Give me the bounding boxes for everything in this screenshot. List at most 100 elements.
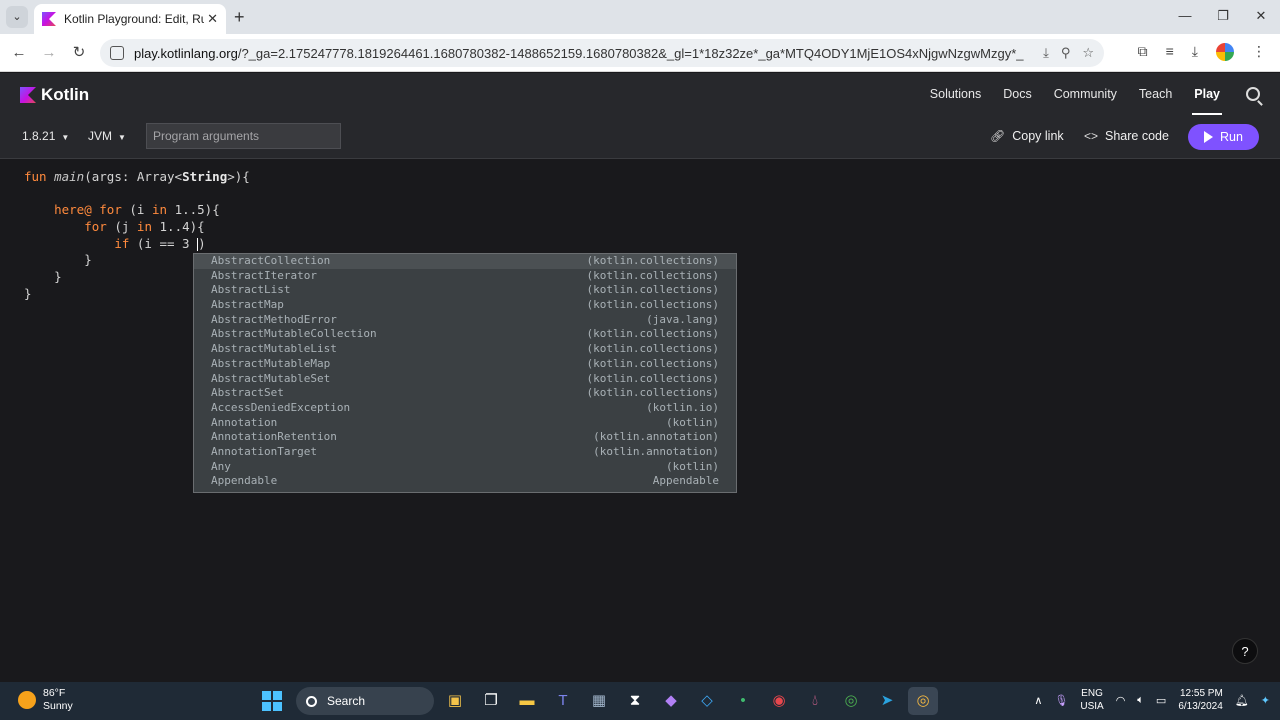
completion-item[interactable]: AccessDeniedException (kotlin.io) <box>194 401 736 416</box>
completion-name: AbstractSet <box>211 386 284 400</box>
hourglass-icon[interactable]: ⧗ <box>620 687 650 715</box>
extensions-icon[interactable]: ⧉ <box>1138 43 1148 61</box>
teams-icon[interactable]: T <box>548 687 578 715</box>
forward-arrow-icon[interactable]: → <box>38 42 60 64</box>
completion-item[interactable]: AbstractMutableMap (kotlin.collections) <box>194 357 736 372</box>
reading-list-icon[interactable]: ≡ <box>1166 43 1174 61</box>
chrome-canary-icon[interactable]: ◎ <box>908 687 938 715</box>
copy-link-button[interactable]: 🔗︎ Copy link <box>990 129 1064 143</box>
browser-menu-icon[interactable]: ⋮ <box>1252 43 1266 61</box>
help-button[interactable]: ? <box>1232 638 1258 664</box>
completion-package: (kotlin.io) <box>646 400 719 414</box>
completion-package: (kotlin.collections) <box>586 327 719 341</box>
completion-item[interactable]: Any (kotlin) <box>194 460 736 475</box>
completion-item[interactable]: AbstractMutableSet (kotlin.collections) <box>194 372 736 387</box>
completion-item[interactable]: Appendable Appendable <box>194 474 736 489</box>
completion-name: AnnotationRetention <box>211 430 337 444</box>
telegram-icon[interactable]: ➤ <box>872 687 902 715</box>
window-close-icon[interactable]: ✕ <box>1242 0 1280 34</box>
completion-item[interactable]: AbstractMutableCollection (kotlin.collect… <box>194 327 736 342</box>
kotlin-logo[interactable]: Kotlin <box>20 85 89 105</box>
completion-name: Any <box>211 459 231 473</box>
close-icon[interactable]: ✕ <box>207 11 218 27</box>
completion-name: AbstractMutableSet <box>211 371 331 385</box>
vscode-icon[interactable]: ◇ <box>692 687 722 715</box>
copilot-icon[interactable]: ✦ <box>1261 694 1270 707</box>
download-icon[interactable]: ⤓ <box>1192 43 1198 61</box>
completion-item[interactable]: AnnotationTarget (kotlin.annotation) <box>194 445 736 460</box>
site-header: Kotlin Solutions Docs Community Teach Pl… <box>0 73 1280 115</box>
profile-avatar-icon[interactable] <box>1216 43 1234 61</box>
calculator-icon[interactable]: ▦ <box>584 687 614 715</box>
completion-item[interactable]: AnnotationRetention (kotlin.annotation) <box>194 430 736 445</box>
version-value: 1.8.21 <box>22 129 56 143</box>
code-text: (i <box>129 202 145 218</box>
run-label: Run <box>1220 130 1243 144</box>
paint-drop-icon[interactable]: 💧︎ <box>800 687 830 715</box>
file-explorer-icon[interactable]: ▬ <box>512 687 542 715</box>
search-icon[interactable] <box>1246 87 1260 101</box>
completion-package: (kotlin.annotation) <box>593 430 719 444</box>
nav-docs[interactable]: Docs <box>1003 73 1031 115</box>
battery-icon[interactable]: ▭ <box>1156 694 1166 707</box>
completion-item[interactable]: AbstractMap (kotlin.collections) <box>194 298 736 313</box>
clock-date: 6/13/2024 <box>1178 701 1223 712</box>
completion-item[interactable]: AbstractMethodError (java.lang) <box>194 313 736 328</box>
completion-name: AbstractMap <box>211 298 284 312</box>
nav-community[interactable]: Community <box>1054 73 1117 115</box>
minimize-icon[interactable]: — <box>1166 0 1204 34</box>
nav-play[interactable]: Play <box>1192 73 1222 115</box>
nav-solutions[interactable]: Solutions <box>930 73 981 115</box>
restore-icon[interactable]: ❐ <box>1204 0 1242 34</box>
autocomplete-popup[interactable]: AbstractCollection (kotlin.collections) A… <box>193 253 737 493</box>
widgets-icon[interactable]: ▣ <box>440 687 470 715</box>
kotlin-logo-icon <box>20 87 36 103</box>
language-indicator[interactable]: ENG USIA <box>1080 687 1103 713</box>
weather-condition: Sunny <box>43 700 73 712</box>
zoom-icon[interactable]: ⚲ <box>1061 45 1071 61</box>
notification-bell-icon[interactable]: 🔔︎ <box>1235 694 1249 707</box>
taskbar-search[interactable]: Search <box>296 687 434 715</box>
nav-teach[interactable]: Teach <box>1139 73 1172 115</box>
playground-toolbar: 1.8.21 ▼ JVM ▼ 🔗︎ Copy link <> Share code Ru… <box>0 115 1280 159</box>
completion-name: AbstractMutableCollection <box>211 327 377 341</box>
install-app-icon[interactable]: ⤓ <box>1043 45 1049 61</box>
completion-item[interactable]: Annotation (kotlin) <box>194 416 736 431</box>
wifi-icon[interactable]: ◠ <box>1116 694 1126 707</box>
run-button[interactable]: Run <box>1188 124 1259 150</box>
completion-package: (kotlin.collections) <box>586 342 719 356</box>
site-info-icon[interactable] <box>110 46 124 60</box>
completion-name: AbstractMethodError <box>211 312 337 326</box>
back-arrow-icon[interactable]: ← <box>8 42 30 64</box>
microphone-icon[interactable]: 🎙︎ <box>1054 694 1068 707</box>
url-path: /?_ga=2.175247778.1819264461.1680780382-… <box>237 45 1024 61</box>
volume-icon[interactable]: 🔈︎ <box>1137 694 1144 707</box>
terminal-icon[interactable]: • <box>728 687 758 715</box>
tray-chevron-up-icon[interactable]: ∧ <box>1034 694 1042 707</box>
clock[interactable]: 12:55 PM 6/13/2024 <box>1178 687 1223 713</box>
completion-item[interactable]: AbstractIterator (kotlin.collections) <box>194 269 736 284</box>
new-tab-plus-icon[interactable]: + <box>234 6 245 28</box>
bookmark-star-icon[interactable]: ☆ <box>1082 45 1094 61</box>
reload-icon[interactable]: ↻ <box>68 42 90 64</box>
tab-search-button[interactable]: ⌄ <box>6 6 28 28</box>
completion-item[interactable]: AbstractList (kotlin.collections) <box>194 283 736 298</box>
windows-start-icon[interactable] <box>262 691 282 711</box>
task-view-icon[interactable]: ❐ <box>476 687 506 715</box>
visual-studio-icon[interactable]: ◆ <box>656 687 686 715</box>
completion-package: Appendable <box>652 474 719 488</box>
address-bar[interactable]: play.kotlinlang.org/?_ga=2.175247778.181… <box>100 39 1104 67</box>
browser-tab[interactable]: Kotlin Playground: Edit, Run, Sh ✕ <box>34 4 226 34</box>
recorder-icon[interactable]: ◉ <box>764 687 794 715</box>
code-text: ) <box>198 235 206 251</box>
completion-item[interactable]: AbstractMutableList (kotlin.collections) <box>194 342 736 357</box>
chrome-icon[interactable]: ◎ <box>836 687 866 715</box>
target-dropdown[interactable]: JVM ▼ <box>88 129 126 143</box>
completion-item[interactable]: AbstractCollection (kotlin.collections) <box>194 254 736 269</box>
weather-widget[interactable]: 86°F Sunny <box>18 687 73 713</box>
version-dropdown[interactable]: 1.8.21 ▼ <box>22 129 69 143</box>
share-code-button[interactable]: <> Share code <box>1084 129 1169 143</box>
code-text: >){ <box>227 169 250 184</box>
completion-item[interactable]: AbstractSet (kotlin.collections) <box>194 386 736 401</box>
program-arguments-input[interactable] <box>146 123 341 149</box>
